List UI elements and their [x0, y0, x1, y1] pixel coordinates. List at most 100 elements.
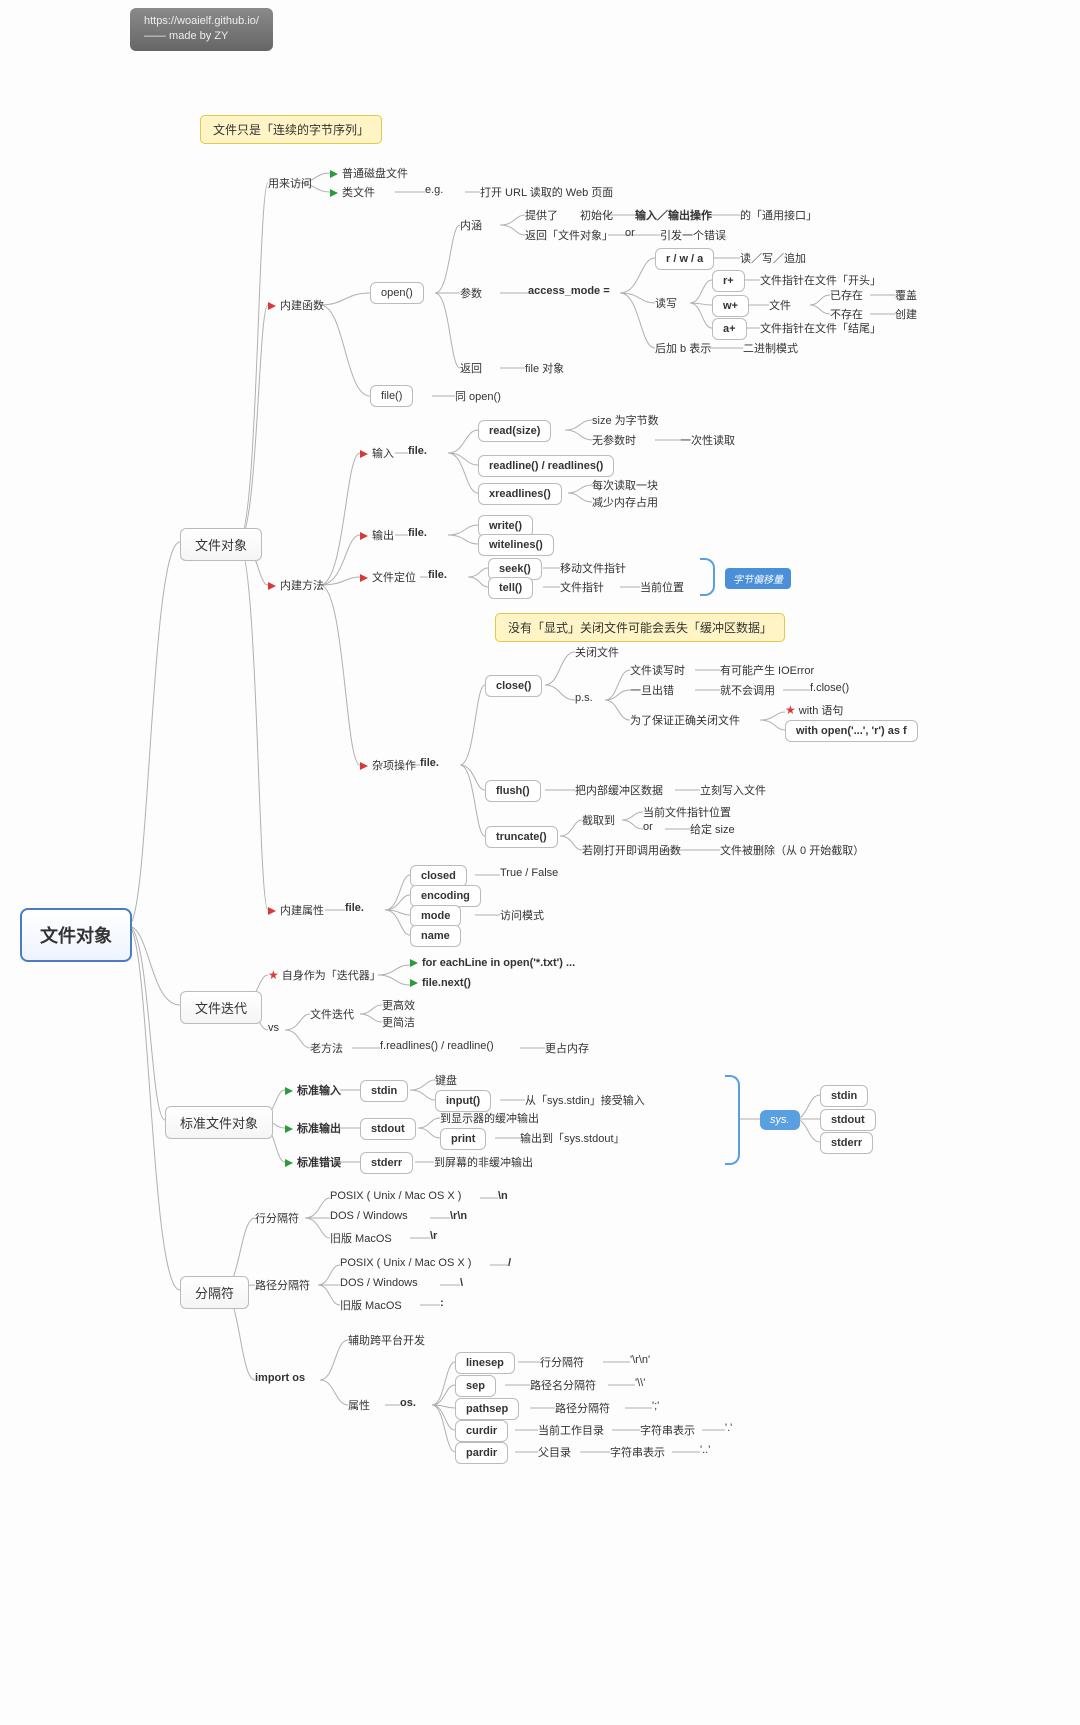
fl1: 把内部缓冲区数据	[575, 782, 663, 798]
tell2: 当前位置	[640, 579, 684, 595]
tr5: 若刚打开即调用函数	[582, 842, 681, 858]
retv: file 对象	[525, 360, 564, 376]
root-node: 文件对象	[20, 908, 132, 962]
access-disk: 普通磁盘文件	[330, 165, 408, 181]
ret: 返回	[460, 360, 482, 376]
c9: with open('...', 'r') as f	[785, 720, 918, 742]
os-aid: 辅助跨平台开发	[348, 1332, 425, 1348]
sys-tag: sys.	[760, 1110, 800, 1130]
readline: readline() / readlines()	[478, 455, 614, 477]
inner-label: 内涵	[460, 217, 482, 233]
p1: POSIX ( Unix / Mac OS X )	[340, 1257, 471, 1269]
xr2: 减少内存占用	[592, 494, 658, 510]
stdout-label: 标准输出	[285, 1120, 341, 1136]
l1: POSIX ( Unix / Mac OS X )	[330, 1190, 461, 1202]
file-prefix-3: file.	[428, 569, 447, 581]
c3: 有可能产生 IOError	[720, 662, 814, 678]
closed-val: True / False	[500, 867, 558, 879]
close1: 关闭文件	[575, 644, 619, 660]
stdout-desc: 到显示器的缓冲输出	[440, 1110, 539, 1126]
rw: 读写	[655, 295, 677, 311]
a5e: 字符串表示	[610, 1444, 665, 1460]
stdin-desc: 从「sys.stdin」接受输入	[525, 1092, 645, 1108]
main-file-object: 文件对象	[180, 528, 262, 561]
access-mode: access_mode =	[528, 285, 610, 297]
l3: 旧版 MacOS	[330, 1230, 392, 1246]
output-label: 输出	[360, 527, 394, 543]
fl2: 立刻写入文件	[700, 782, 766, 798]
file-prefix-2: file.	[408, 527, 427, 539]
stderr-desc: 到屏幕的非缓冲输出	[434, 1154, 533, 1170]
pathsep: pathsep	[455, 1398, 519, 1420]
stdin: stdin	[360, 1080, 408, 1102]
l2v: \r\n	[450, 1210, 467, 1222]
connector-lines	[0, 0, 1080, 1725]
p1v: /	[508, 1257, 511, 1269]
tellf: tell()	[488, 577, 533, 599]
c5: 就不会调用	[720, 682, 775, 698]
a1d: 行分隔符	[540, 1354, 584, 1370]
flag-icon	[268, 302, 276, 310]
xr1: 每次读取一块	[592, 477, 658, 493]
ap1: 文件指针在文件「结尾」	[760, 320, 881, 336]
writelines: witelines()	[478, 534, 554, 556]
a5v: '..'	[700, 1444, 710, 1456]
stdout: stdout	[360, 1118, 416, 1140]
eg-label: e.g.	[425, 184, 443, 196]
closed: closed	[410, 865, 467, 887]
callout-top: 文件只是「连续的字节序列」	[200, 115, 382, 144]
flag-icon	[330, 189, 338, 197]
mode: mode	[410, 905, 461, 927]
brace-sys	[725, 1075, 740, 1165]
attribution-header: https://woaielf.github.io/ —— made by ZY	[130, 8, 273, 51]
a2d: 路径名分隔符	[530, 1377, 596, 1393]
bmode1: 二进制模式	[743, 340, 798, 356]
sep: sep	[455, 1375, 496, 1397]
a1v: '\r\n'	[630, 1354, 650, 1366]
pardir: pardir	[455, 1442, 508, 1464]
args-label: 参数	[460, 285, 482, 301]
flag-icon	[360, 450, 368, 458]
file-prefix-1: file.	[408, 445, 427, 457]
import-os: import os	[255, 1372, 305, 1384]
inner3: 输入／输出操作	[635, 207, 712, 223]
p2v: \	[460, 1277, 463, 1289]
brace-icon	[700, 558, 715, 596]
builtin-func: 内建函数	[268, 297, 324, 313]
offset-tag: 字节偏移量	[725, 568, 791, 589]
inner2: 初始化	[580, 207, 613, 223]
path-sep: 路径分隔符	[255, 1277, 310, 1293]
rs1: size 为字节数	[592, 412, 659, 428]
flag-icon	[330, 170, 338, 178]
truncate: truncate()	[485, 826, 558, 848]
p3: 旧版 MacOS	[340, 1297, 402, 1313]
os-prefix: os.	[400, 1397, 416, 1409]
fi1: 更高效	[382, 997, 415, 1013]
ap: a+	[712, 318, 747, 340]
linesep: linesep	[455, 1352, 515, 1374]
name: name	[410, 925, 461, 947]
l3v: \r	[430, 1230, 437, 1242]
open-func: open()	[370, 282, 424, 304]
closeps: p.s.	[575, 692, 593, 704]
old1: f.readlines() / readline()	[380, 1040, 494, 1052]
a4d: 当前工作目录	[538, 1422, 604, 1438]
flag-icon	[268, 582, 276, 590]
rs2: 无参数时	[592, 432, 636, 448]
access-label: 用来访问	[268, 175, 312, 191]
inner1: 提供了	[525, 207, 558, 223]
header-madeby: —— made by ZY	[144, 30, 228, 42]
readsize: read(size)	[478, 420, 551, 442]
c4: 一旦出错	[630, 682, 674, 698]
a4v: '.'	[725, 1422, 732, 1434]
bmode: 后加 b 表示	[655, 340, 711, 356]
tell1: 文件指针	[560, 579, 604, 595]
fi2: 更简洁	[382, 1014, 415, 1030]
rp: r+	[712, 270, 745, 292]
eg-url: 打开 URL 读取的 Web 页面	[480, 184, 613, 200]
inner4: 的「通用接口」	[740, 207, 817, 223]
seek1: 移动文件指针	[560, 560, 626, 576]
flag-icon	[285, 1159, 293, 1167]
rwa: r / w / a	[655, 248, 714, 270]
tr4: 给定 size	[690, 821, 735, 837]
